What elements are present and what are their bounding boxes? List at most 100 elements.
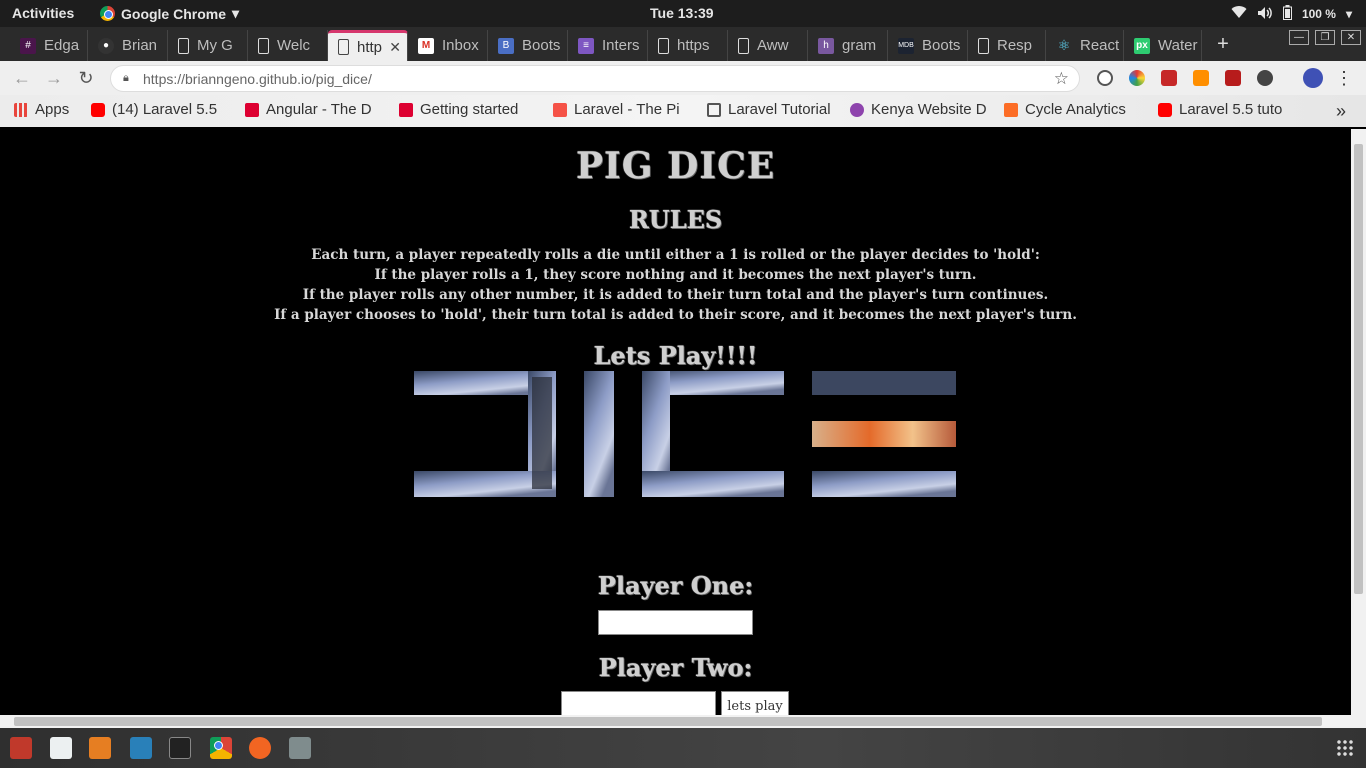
bookmarks-overflow-icon[interactable]: » [1336,101,1346,122]
gitlab-icon [1004,102,1018,117]
scrollbar-thumb[interactable] [14,717,1322,726]
address-bar[interactable]: 🔒︎ https://brianngeno.github.io/pig_dice… [110,65,1080,92]
chevron-down-icon: ▾ [232,5,240,21]
tab-label: Inters [602,37,640,54]
tab[interactable]: Resp [968,30,1046,61]
vertical-scrollbar[interactable] [1351,129,1366,715]
chrome-icon[interactable] [210,737,232,759]
tab[interactable]: Welc [248,30,328,61]
player-two-label: Player Two: [598,653,753,682]
battery-icon [1282,5,1292,23]
tab-label: Brian [122,37,158,54]
bookmark-item[interactable]: Kenya Website D [850,101,988,118]
extension-icon[interactable] [1257,70,1273,86]
bookmark-star-icon[interactable]: ☆ [1054,69,1069,89]
back-button[interactable]: ← [12,68,32,88]
bookmark-item[interactable]: Apps [14,101,84,118]
key-icon[interactable] [1193,70,1209,86]
chevron-down-icon: ▾ [1345,7,1352,21]
tutorial-icon [707,102,721,117]
px-icon: px [1134,37,1150,54]
volume-icon [1257,6,1273,23]
tab[interactable]: ● Brian [88,30,168,61]
bookmark-item[interactable]: Cycle Analytics [1004,101,1142,118]
bookmark-item[interactable]: Laravel - The Pi [553,101,691,118]
system-top-bar: Activities Google Chrome ▾ Tue 13:39 100… [0,0,1366,27]
bookmark-item[interactable]: Getting started [399,101,537,118]
page-icon [178,37,189,54]
bookmark-item[interactable]: Laravel 5.5 tuto [1158,101,1296,118]
clock[interactable]: Tue 13:39 [650,5,714,21]
scrollbar-thumb[interactable] [1354,144,1363,594]
tab[interactable]: ≡ Inters [568,30,648,61]
show-applications-icon[interactable] [1336,739,1354,757]
apps-grid-icon [14,102,28,117]
menu-icon[interactable]: ⋮ [1334,68,1354,88]
url-text: https://brianngeno.github.io/pig_dice/ [143,71,372,87]
vscode-icon[interactable] [130,737,152,759]
forward-button[interactable]: → [44,68,64,88]
tab-label: React [1080,37,1120,54]
close-window-button[interactable]: ✕ [1341,30,1361,45]
youtube-icon [91,102,105,117]
tab[interactable]: ⚛ React [1046,30,1124,61]
tab[interactable]: Aww [728,30,808,61]
postman-icon[interactable] [249,737,271,759]
browser-toolbar: ← → ↻ 🔒︎ https://brianngeno.github.io/pi… [0,61,1366,95]
tab[interactable]: MDB Boots [888,30,968,61]
maximize-button[interactable]: ❐ [1315,30,1335,45]
bookmark-item[interactable]: (14) Laravel 5.5 [91,101,229,118]
tab[interactable]: M Inbox [408,30,488,61]
color-picker-icon[interactable] [1129,70,1145,86]
tab[interactable]: https [648,30,728,61]
tab[interactable]: px Water [1124,30,1202,61]
site-icon [850,102,864,117]
tab[interactable]: My G [168,30,248,61]
app-name: Google Chrome [121,5,227,22]
new-tab-button[interactable]: + [1212,33,1234,55]
player-one-input[interactable] [598,610,753,635]
rule-line: If a player chooses to 'hold', their tur… [274,307,1077,323]
tab-active[interactable]: http ✕ [328,30,408,61]
horizontal-scrollbar[interactable] [0,715,1366,728]
heroku-icon: h [818,37,834,54]
document-icon[interactable] [50,737,72,759]
tab[interactable]: # Edga [10,30,88,61]
activities-button[interactable]: Activities [12,5,74,21]
extension-icon[interactable] [1097,70,1113,86]
bootstrap-icon: B [498,37,514,54]
gmail-icon: M [418,37,434,54]
ublock-icon[interactable] [1161,70,1177,86]
slack-icon: # [20,37,36,54]
app-menu[interactable]: Google Chrome ▾ [100,5,239,22]
close-icon[interactable]: ✕ [389,39,401,56]
tab[interactable]: B Boots [488,30,568,61]
tab-strip: # Edga ● Brian My G Welc http ✕ M Inbox B Boo… [0,27,1366,61]
battery-percent: 100 % [1301,7,1336,21]
software-center-icon[interactable] [89,737,111,759]
tab-label: http [357,38,383,56]
tab-label: Water [1158,37,1198,54]
system-tray[interactable]: 100 % ▾ [1231,5,1352,23]
mdb-icon: MDB [898,37,914,54]
player-two-input[interactable] [561,691,716,715]
terminal-icon[interactable] [169,737,191,759]
bookmark-item[interactable]: Angular - The D [245,101,383,118]
lets-play-button[interactable]: lets play [721,691,789,715]
lets-play-heading: Lets Play!!!! [593,341,758,370]
avatar[interactable] [1303,68,1323,88]
react-icon: ⚛ [1057,37,1071,53]
reload-button[interactable]: ↻ [76,68,96,88]
app-icon[interactable] [289,737,311,759]
github-icon: ● [98,37,114,54]
bookmark-item[interactable]: Laravel Tutorial [707,101,845,118]
tab[interactable]: h gram [808,30,888,61]
page-icon [338,39,349,55]
tab-label: Inbox [442,37,479,54]
files-icon[interactable] [10,737,32,759]
minimize-button[interactable]: — [1289,30,1309,45]
bookmarks-bar: Apps (14) Laravel 5.5 Angular - The D Ge… [0,95,1366,127]
ublock-origin-icon[interactable] [1225,70,1241,86]
rules-text: Each turn, a player repeatedly rolls a d… [0,245,1351,325]
youtube-icon [1158,102,1172,117]
